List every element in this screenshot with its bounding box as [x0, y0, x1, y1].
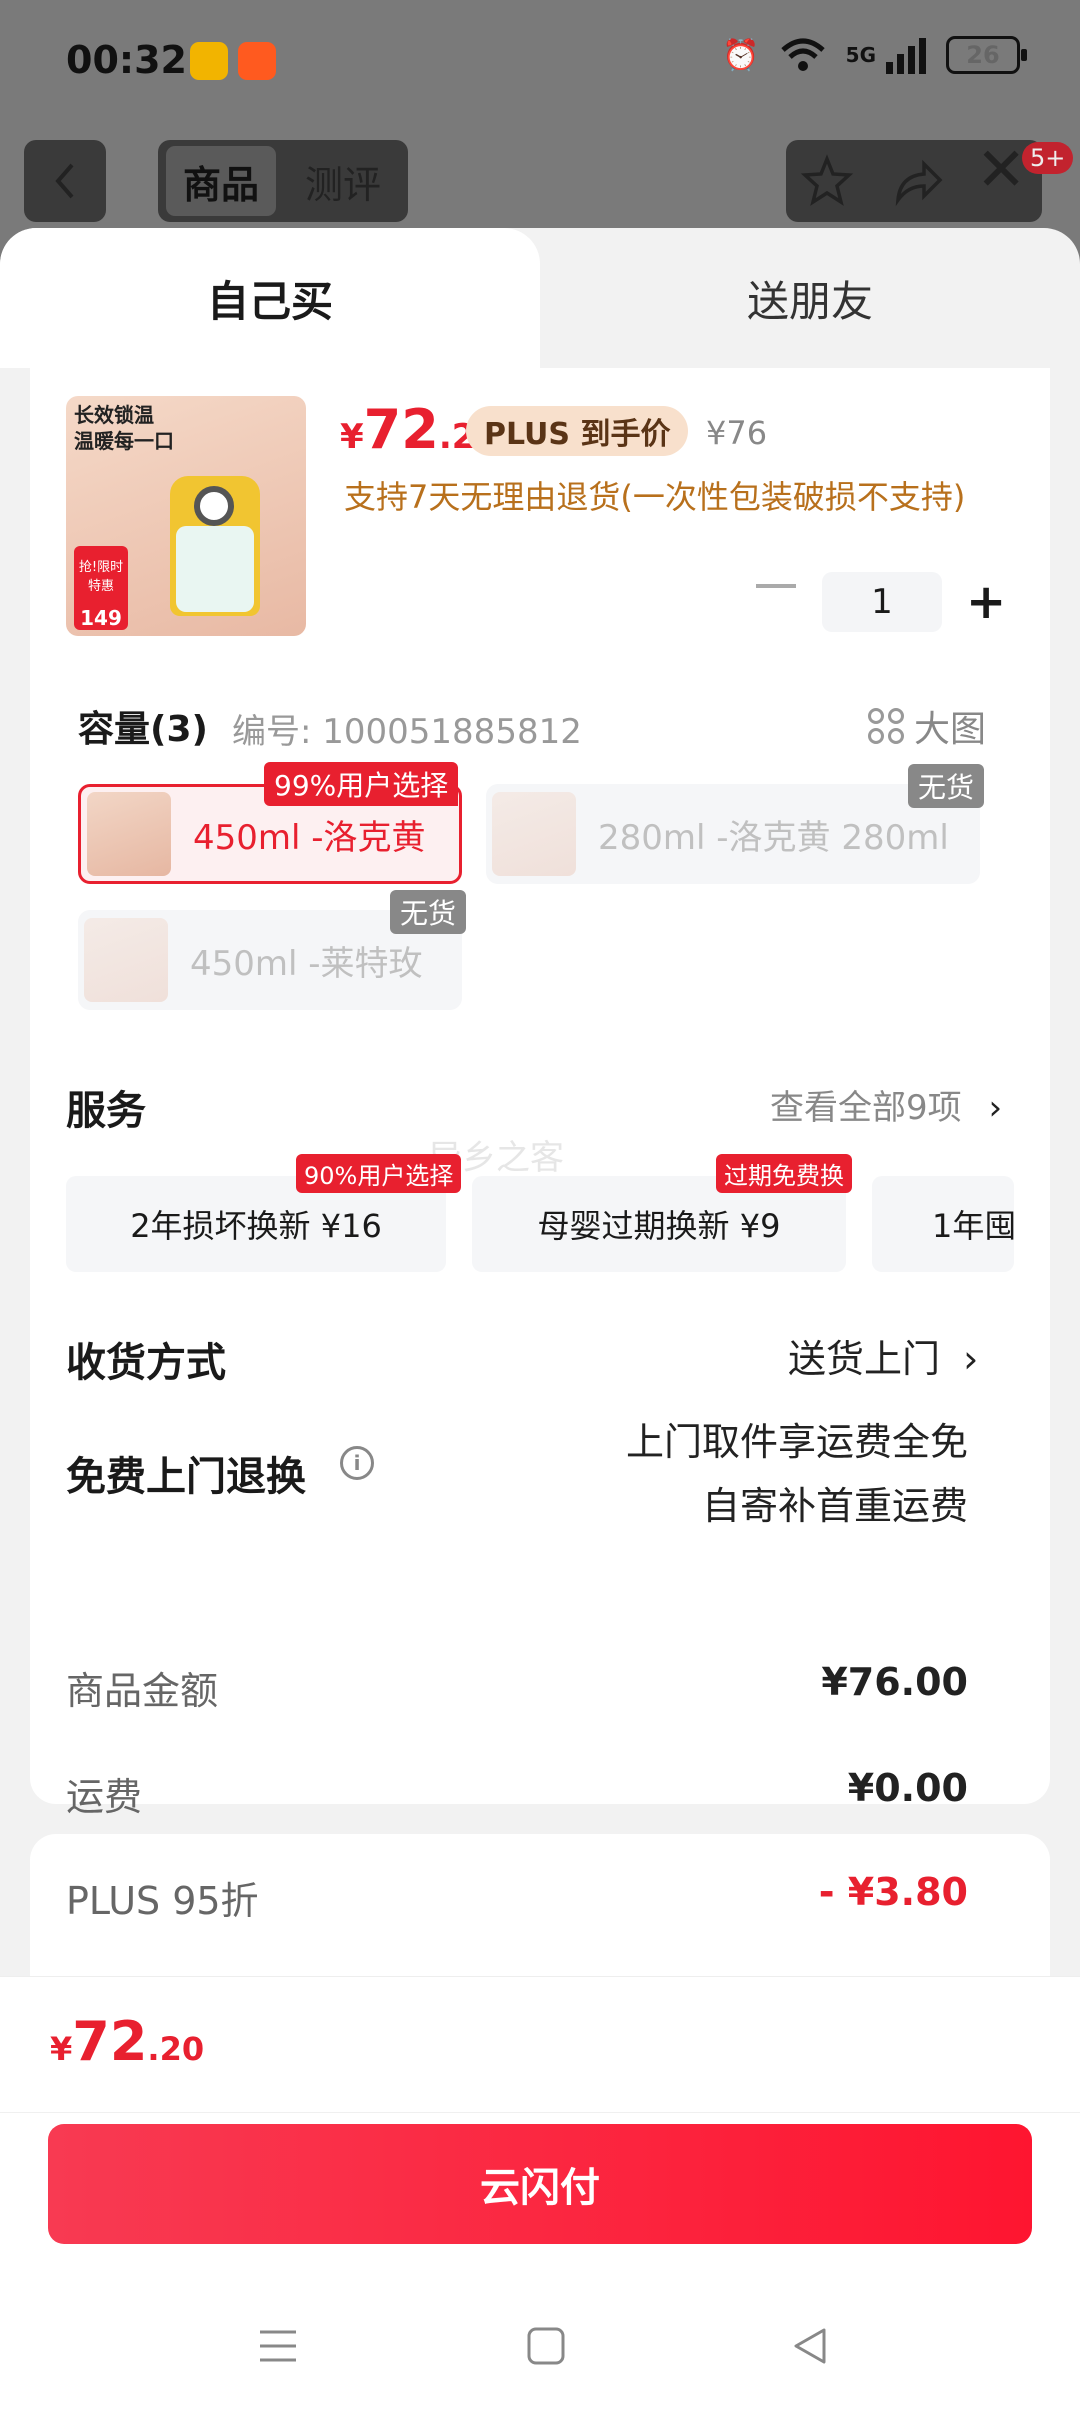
share-icon[interactable] — [890, 154, 944, 208]
option-thumbnail — [84, 918, 168, 1002]
capacity-option-disabled[interactable]: 280ml -洛克黄 280ml — [486, 784, 980, 884]
wifi-icon — [780, 38, 825, 71]
plus-discount-value: - ¥3.80 — [818, 1870, 968, 1914]
out-of-stock-badge: 无货 — [908, 764, 985, 808]
quantity-decrease-button[interactable] — [756, 584, 796, 588]
option-label: 280ml -洛克黄 280ml — [598, 817, 949, 858]
product-image-caption-1: 长效锁温 — [74, 403, 154, 427]
plus-discount-label: PLUS 95折 — [66, 1879, 259, 1923]
delivery-value: 送货上门 — [788, 1337, 941, 1381]
return-pickup-line2: 自寄补首重运费 — [701, 1484, 968, 1528]
bottle-illustration — [170, 476, 260, 616]
grid-icon — [868, 708, 904, 744]
see-all-label: 查看全部9项 — [770, 1088, 962, 1128]
total-price: ¥72.20 — [50, 2010, 204, 2073]
big-image-label: 大图 — [914, 709, 987, 750]
original-price: ¥76 — [706, 414, 768, 452]
divider — [0, 2112, 1080, 2113]
quantity-increase-button[interactable]: + — [966, 572, 1006, 632]
total-integer: 72 — [72, 2010, 148, 2073]
option-label: 450ml -洛克黄 — [193, 817, 426, 858]
tab-goods[interactable]: 商品 — [166, 146, 276, 216]
out-of-stock-badge: 无货 — [390, 890, 467, 934]
promo-tag: 抢!限时特惠 149 — [74, 546, 128, 630]
battery-level: 26 — [966, 41, 1000, 69]
close-icon[interactable]: ✕ — [976, 140, 1026, 200]
battery-icon: 26 — [946, 36, 1027, 74]
product-price: ¥72.2 — [340, 398, 475, 461]
menu-icon — [260, 2330, 296, 2362]
price-integer: 72 — [363, 398, 439, 461]
service-option[interactable]: 1年囤 — [872, 1176, 1014, 1272]
back-button[interactable] — [24, 140, 106, 222]
chevron-right-icon: › — [963, 1337, 979, 1381]
service-see-all[interactable]: 查看全部9项 › — [770, 1080, 1002, 1129]
service-badge: 过期免费换 — [716, 1154, 852, 1193]
total-symbol: ¥ — [50, 2030, 73, 2068]
product-image[interactable]: 长效锁温 温暖每一口 抢!限时特惠 149 — [66, 396, 306, 636]
network-type: 5G — [845, 43, 876, 67]
return-pickup-label: 免费上门退换 — [66, 1454, 306, 1500]
chevron-left-icon — [55, 163, 74, 199]
promo-price: 149 — [80, 606, 122, 630]
cart-badge: 5+ — [1022, 142, 1074, 174]
option-thumbnail — [492, 792, 576, 876]
home-nav-button[interactable] — [526, 2326, 566, 2370]
status-bar: 00:32 ⏰ 5G 26 — [0, 0, 1080, 130]
return-pickup-detail: 上门取件享运费全免 自寄补首重运费 — [590, 1410, 968, 1538]
info-icon[interactable]: i — [340, 1446, 374, 1480]
star-icon[interactable] — [800, 154, 854, 208]
back-nav-button[interactable] — [790, 2326, 830, 2370]
item-number: 编号: 100051885812 — [232, 712, 582, 752]
tab-gift-friend[interactable]: 送朋友 — [540, 228, 1080, 368]
service-badge: 90%用户选择 — [296, 1154, 462, 1193]
plus-price-tag: PLUS 到手价 — [466, 406, 689, 456]
kuaishou-app-icon — [238, 42, 276, 80]
tab-buy-self[interactable]: 自己买 — [0, 228, 540, 368]
shipping-label: 运费 — [66, 1775, 143, 1819]
return-policy: 支持7天无理由退货(一次性包装破损不支持) — [344, 478, 966, 516]
clock: 00:32 — [66, 38, 187, 82]
tab-review[interactable]: 测评 — [286, 146, 400, 216]
option-label: 450ml -莱特玫 — [190, 943, 423, 984]
big-image-button[interactable]: 大图 — [868, 700, 986, 752]
product-image-caption-2: 温暖每一口 — [74, 429, 174, 453]
weibo-app-icon — [190, 42, 228, 80]
quantity-input[interactable]: 1 — [822, 572, 942, 632]
delivery-selector[interactable]: 送货上门 › — [788, 1328, 978, 1383]
popular-choice-badge: 99%用户选择 — [264, 762, 459, 806]
shipping-value: ¥0.00 — [847, 1766, 968, 1810]
home-icon — [527, 2327, 565, 2365]
signal-icon — [886, 38, 926, 74]
goods-amount-value: ¥76.00 — [821, 1660, 968, 1704]
unionpay-pay-button[interactable]: 云闪付 — [48, 2124, 1032, 2244]
total-decimal: .20 — [147, 2030, 205, 2068]
back-triangle-icon — [794, 2328, 826, 2364]
return-pickup-line1: 上门取件享运费全免 — [625, 1420, 968, 1464]
service-title: 服务 — [66, 1088, 146, 1134]
capacity-label: 容量(3) — [78, 709, 208, 750]
delivery-label: 收货方式 — [66, 1340, 226, 1386]
promo-text: 抢!限时特惠 — [78, 560, 124, 594]
price-symbol: ¥ — [340, 417, 364, 457]
chevron-right-icon: › — [988, 1088, 1003, 1128]
alarm-icon: ⏰ — [722, 37, 760, 73]
option-thumbnail — [87, 792, 171, 876]
menu-nav-button[interactable] — [258, 2328, 298, 2368]
goods-amount-label: 商品金额 — [66, 1669, 219, 1713]
status-icons: ⏰ 5G 26 — [722, 36, 1027, 74]
